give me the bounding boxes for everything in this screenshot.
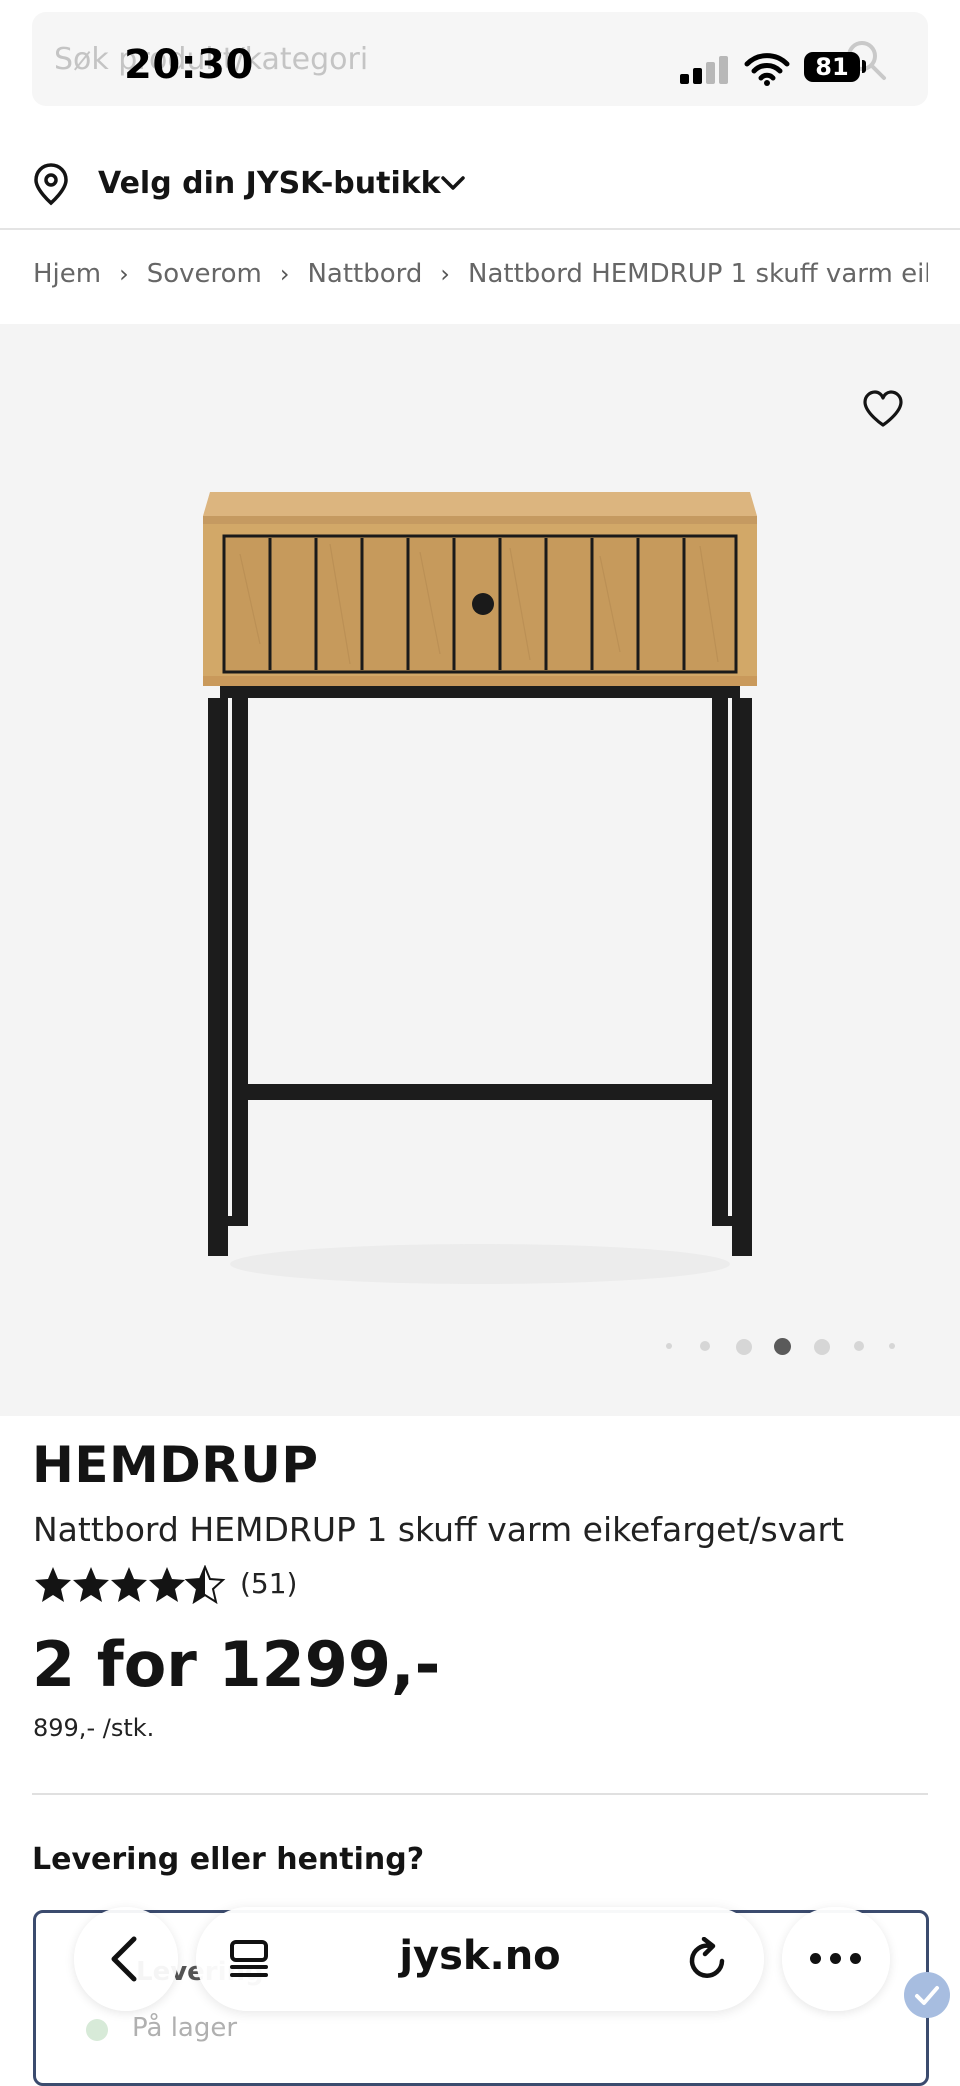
delivery-heading: Levering eller henting? [32, 1842, 425, 1877]
breadcrumb-item-home[interactable]: Hjem [33, 259, 101, 289]
more-icon [810, 1953, 862, 1965]
breadcrumb-item-soverom[interactable]: Soverom [147, 259, 262, 289]
gallery-dot-active[interactable] [774, 1338, 791, 1355]
store-picker-label: Velg din JYSK-butikk [98, 166, 441, 201]
offer-price: 2 for 1299,- [32, 1628, 441, 1701]
rating[interactable]: (51) [34, 1565, 297, 1609]
product-image [203, 492, 757, 1284]
rating-count[interactable]: (51) [240, 1567, 297, 1600]
status-icons: 81 [676, 46, 886, 90]
rating-stars [35, 1566, 224, 1603]
breadcrumb-separator: › [279, 259, 290, 288]
chevron-left-icon [111, 1936, 137, 1982]
more-button[interactable] [782, 1907, 890, 2011]
section-divider [32, 1793, 928, 1795]
battery-tip [862, 60, 866, 73]
breadcrumb-separator: › [440, 259, 451, 288]
back-button[interactable] [74, 1907, 178, 2011]
product-brand: HEMDRUP [32, 1436, 319, 1494]
signal-icon [680, 56, 728, 84]
checkmark-badge-icon [904, 1972, 950, 2018]
breadcrumb-item-nattbord[interactable]: Nattbord [307, 259, 422, 289]
heart-icon[interactable] [862, 390, 904, 432]
breadcrumb: Hjem › Soverom › Nattbord › Nattbord HEMDRUP 1… [33, 258, 928, 298]
reload-icon[interactable] [686, 1936, 730, 1987]
stock-status: På lager [132, 2013, 238, 2043]
unit-price: 899,- /stk. [33, 1714, 155, 1742]
address-bar[interactable]: jysk.no [196, 1907, 764, 2011]
product-title: Nattbord HEMDRUP 1 skuff varm eikefarget… [33, 1510, 844, 1549]
location-pin-icon [32, 162, 70, 210]
stock-status-dot [86, 2019, 108, 2041]
gallery-dot[interactable] [854, 1341, 864, 1351]
gallery-dot[interactable] [700, 1341, 710, 1351]
gallery-dot[interactable] [889, 1343, 895, 1349]
header-divider [0, 228, 960, 230]
chevron-down-icon [440, 174, 466, 196]
gallery-dot[interactable] [736, 1339, 752, 1355]
wifi-icon [744, 53, 790, 86]
breadcrumb-item-current: Nattbord HEMDRUP 1 skuff varm eikefarget… [468, 258, 928, 289]
gallery-dot[interactable] [814, 1339, 830, 1355]
gallery-dot[interactable] [666, 1343, 672, 1349]
battery-indicator: 81 [804, 52, 860, 82]
product-gallery[interactable] [0, 324, 960, 1416]
url-text: jysk.no [399, 1933, 561, 1979]
status-time: 20:30 [124, 42, 254, 88]
store-picker[interactable]: Velg din JYSK-butikk [32, 160, 928, 208]
breadcrumb-separator: › [119, 259, 129, 288]
